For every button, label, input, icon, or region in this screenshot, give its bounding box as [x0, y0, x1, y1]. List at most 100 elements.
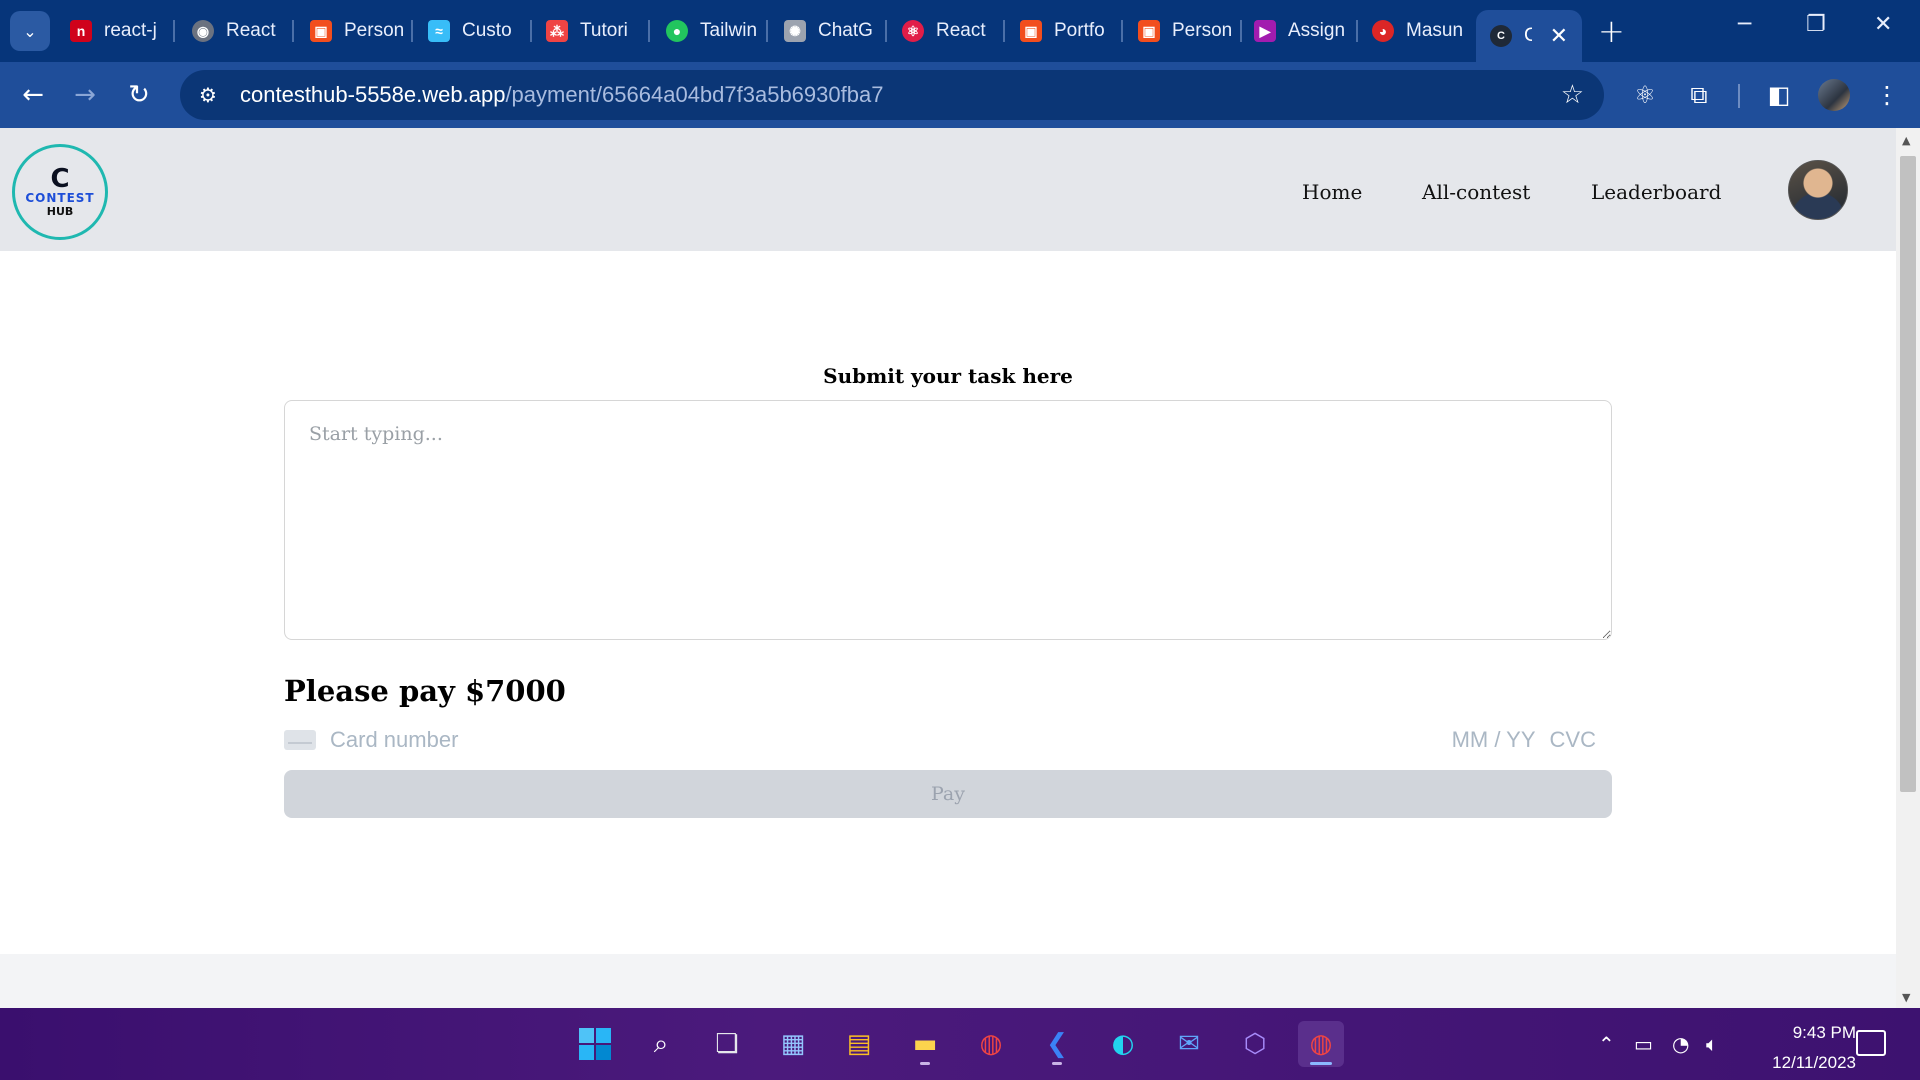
- tab-divider: [1121, 20, 1123, 42]
- microsoft-store-icon[interactable]: ▤: [836, 1021, 882, 1067]
- tab-divider: [648, 20, 650, 42]
- nav-link-leaderboard[interactable]: Leaderboard: [1591, 180, 1721, 204]
- url-path: /payment/65664a04bd7f3a5b6930fba7: [505, 82, 884, 107]
- task-label: Submit your task here: [823, 364, 1073, 388]
- nav-link-home[interactable]: Home: [1302, 180, 1362, 204]
- widgets-icon[interactable]: ▦: [770, 1021, 816, 1067]
- vscode-icon[interactable]: ❮: [1034, 1021, 1080, 1067]
- battery-icon[interactable]: ▭: [1634, 1032, 1653, 1056]
- browser-tab[interactable]: ≈ Custo: [428, 10, 528, 52]
- pay-button[interactable]: Pay: [284, 770, 1612, 818]
- tab-title: React: [936, 20, 986, 41]
- browser-profile-avatar[interactable]: [1818, 79, 1850, 111]
- chevron-down-icon: ⌄: [23, 21, 37, 41]
- tab-divider: [292, 20, 294, 42]
- browser-tab[interactable]: ◉ React: [192, 10, 288, 52]
- file-explorer-icon[interactable]: ▬: [902, 1021, 948, 1067]
- tab-divider: [173, 20, 175, 42]
- figma-icon: ▣: [1138, 20, 1160, 42]
- browser-tab-strip: ⌄ n react-j ◉ React ▣ Person ≈ Custo ⁂ Tutori…: [0, 0, 1920, 62]
- restore-icon[interactable]: ❐: [1806, 12, 1826, 37]
- contesthub-favicon-icon: C: [1490, 25, 1512, 47]
- card-element[interactable]: Card number MM / YY CVC: [284, 720, 1612, 760]
- tab-divider: [766, 20, 768, 42]
- tab-title: C: [1524, 25, 1532, 46]
- tab-title: Assign: [1288, 20, 1346, 41]
- volume-icon[interactable]: 🔈︎: [1706, 1032, 1718, 1056]
- card-cvc-input[interactable]: CVC: [1550, 727, 1596, 753]
- address-bar[interactable]: ⚙ contesthub-5558e.web.app/payment/65664…: [180, 70, 1604, 120]
- browser-tab[interactable]: ◕ Masun: [1372, 10, 1476, 52]
- bookmark-star-icon[interactable]: ☆: [1561, 80, 1584, 110]
- tab-title: Tailwin: [700, 20, 758, 41]
- tab-search-button[interactable]: ⌄: [10, 11, 50, 51]
- user-avatar[interactable]: [1788, 160, 1848, 220]
- browser-tab[interactable]: ▣ Person: [310, 10, 410, 52]
- minimize-icon[interactable]: ─: [1738, 12, 1751, 37]
- tab-favicon-icon: ◕: [1372, 20, 1394, 42]
- tab-title: Custo: [462, 20, 512, 41]
- browser-tab[interactable]: n react-j: [70, 10, 162, 52]
- browser-tab[interactable]: ● Tailwin: [666, 10, 770, 52]
- tab-favicon-icon: n: [70, 20, 92, 42]
- close-window-icon[interactable]: ✕: [1874, 12, 1892, 37]
- mail-icon[interactable]: ✉: [1166, 1021, 1212, 1067]
- browser-tab[interactable]: ▣ Person: [1138, 10, 1240, 52]
- figma-icon: ▣: [1020, 20, 1042, 42]
- page-footer: [0, 954, 1896, 1008]
- page-scrollbar[interactable]: ▲ ▼: [1896, 128, 1920, 1008]
- forward-icon[interactable]: →: [66, 76, 104, 114]
- scrollbar-thumb[interactable]: [1900, 156, 1916, 792]
- clock-date: 12/11/2023: [1772, 1053, 1856, 1072]
- tab-divider: [1003, 20, 1005, 42]
- card-number-input[interactable]: Card number: [330, 727, 1452, 753]
- payment-form: Submit your task here Please pay $7000 C…: [284, 364, 1612, 818]
- side-panel-icon[interactable]: ◧: [1762, 78, 1796, 112]
- browser-tab[interactable]: ▣ Portfo: [1020, 10, 1122, 52]
- logo-text-contest: CONTEST: [25, 190, 95, 205]
- browser-tab[interactable]: ⁂ Tutori: [546, 10, 648, 52]
- search-icon[interactable]: ⌕: [638, 1021, 684, 1067]
- payment-amount-heading: Please pay $7000: [284, 674, 566, 708]
- reload-icon[interactable]: ↻: [120, 76, 158, 114]
- tab-title: React: [226, 20, 276, 41]
- notification-center-icon[interactable]: [1856, 1030, 1886, 1056]
- tab-divider: [1356, 20, 1358, 42]
- tab-divider: [1240, 20, 1242, 42]
- running-indicator: [1052, 1062, 1062, 1065]
- edge-icon[interactable]: ◐: [1100, 1021, 1146, 1067]
- tab-favicon-icon: ●: [666, 20, 688, 42]
- system-clock[interactable]: 9:43 PM 12/11/2023: [1736, 1018, 1856, 1078]
- nav-link-all-contest[interactable]: All-contest: [1422, 180, 1530, 204]
- back-icon[interactable]: ←: [14, 76, 52, 114]
- site-info-icon[interactable]: ⚙: [188, 75, 228, 115]
- figma-icon: ▣: [310, 20, 332, 42]
- windows-taskbar: ⌕ ❏ ▦ ▤ ▬ ◍ ❮ ◐ ✉ ⬡ ◍ ⌃ ▭ ◔ 🔈︎ 9:43 PM 1…: [0, 1008, 1920, 1080]
- extensions-icon[interactable]: ⧉: [1682, 78, 1716, 112]
- browser-tab[interactable]: ✺ ChatG: [784, 10, 884, 52]
- copilot-icon[interactable]: ⬡: [1232, 1021, 1278, 1067]
- more-menu-icon[interactable]: ⋮: [1870, 78, 1904, 112]
- task-textarea[interactable]: [284, 400, 1612, 640]
- tray-overflow-icon[interactable]: ⌃: [1598, 1032, 1615, 1056]
- toolbar-divider: [1738, 84, 1740, 108]
- start-windows-icon[interactable]: [572, 1021, 618, 1067]
- card-expiry-input[interactable]: MM / YY: [1452, 727, 1536, 753]
- chrome-icon[interactable]: ◍: [968, 1021, 1014, 1067]
- scroll-down-icon[interactable]: ▼: [1902, 991, 1910, 1004]
- new-tab-button[interactable]: +: [1598, 12, 1625, 50]
- url-text[interactable]: contesthub-5558e.web.app/payment/65664a0…: [240, 82, 883, 108]
- chrome-active-icon[interactable]: ◍: [1298, 1021, 1344, 1067]
- task-view-icon[interactable]: ❏: [704, 1021, 750, 1067]
- close-tab-icon[interactable]: ✕: [1550, 23, 1568, 49]
- browser-tab[interactable]: ⚛ React: [902, 10, 1002, 52]
- browser-tab[interactable]: ▶ Assign: [1254, 10, 1358, 52]
- contesthub-logo[interactable]: C CONTEST HUB: [12, 144, 108, 240]
- react-devtools-icon[interactable]: ⚛: [1628, 78, 1662, 112]
- tab-favicon-icon: ◉: [192, 20, 214, 42]
- tab-title: Portfo: [1054, 20, 1105, 41]
- logo-text-hub: HUB: [46, 204, 74, 218]
- scroll-up-icon[interactable]: ▲: [1902, 134, 1910, 147]
- browser-tab-active[interactable]: C C ✕: [1476, 10, 1582, 62]
- wifi-icon[interactable]: ◔: [1672, 1032, 1689, 1056]
